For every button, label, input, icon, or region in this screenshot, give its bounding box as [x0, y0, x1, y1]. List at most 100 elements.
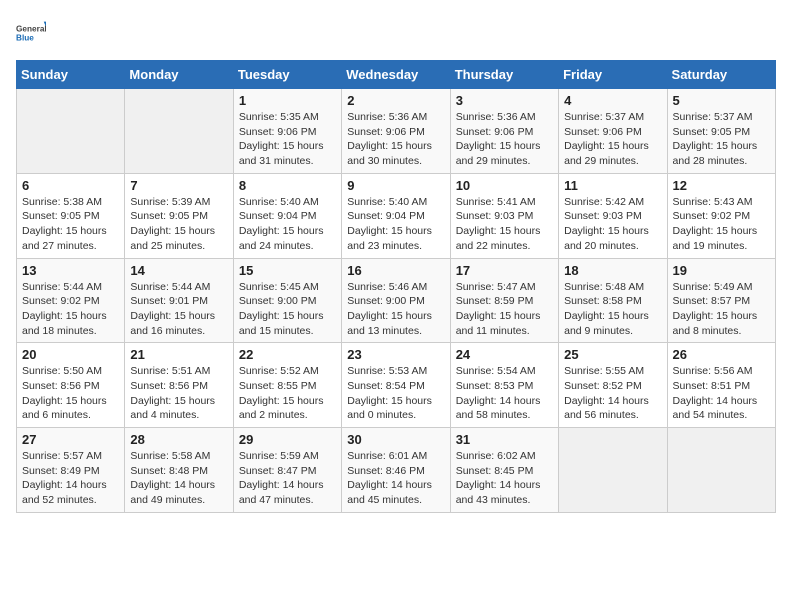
- day-number: 2: [347, 93, 444, 108]
- calendar-cell: 25 Sunrise: 5:55 AMSunset: 8:52 PMDayligh…: [559, 343, 667, 428]
- day-number: 31: [456, 432, 553, 447]
- day-number: 14: [130, 263, 227, 278]
- day-number: 17: [456, 263, 553, 278]
- calendar-cell: 1 Sunrise: 5:35 AMSunset: 9:06 PMDaylight…: [233, 89, 341, 174]
- calendar-cell: 20Sunrise: 5:50 AMSunset: 8:56 PMDayligh…: [17, 343, 125, 428]
- day-number: 5: [673, 93, 770, 108]
- calendar-cell: 4Sunrise: 5:37 AMSunset: 9:06 PMDaylight…: [559, 89, 667, 174]
- weekday-friday: Friday: [559, 61, 667, 89]
- day-number: 12: [673, 178, 770, 193]
- day-info: Sunrise: 5:57 AMSunset: 8:49 PMDaylight:…: [22, 449, 119, 508]
- weekday-sunday: Sunday: [17, 61, 125, 89]
- calendar-cell: 2 Sunrise: 5:36 AMSunset: 9:06 PMDaylight…: [342, 89, 450, 174]
- day-info: Sunrise: 5:51 AMSunset: 8:56 PMDaylight:…: [130, 364, 227, 423]
- day-number: 9: [347, 178, 444, 193]
- calendar-cell: 14 Sunrise: 5:44 AMSunset: 9:01 PMDayligh…: [125, 258, 233, 343]
- day-info: Sunrise: 5:35 AMSunset: 9:06 PMDaylight:…: [239, 110, 336, 169]
- day-number: 10: [456, 178, 553, 193]
- day-number: 19: [673, 263, 770, 278]
- day-info: Sunrise: 5:47 AMSunset: 8:59 PMDaylight:…: [456, 280, 553, 339]
- calendar-cell: [125, 89, 233, 174]
- day-number: 18: [564, 263, 661, 278]
- day-info: Sunrise: 5:40 AMSunset: 9:04 PMDaylight:…: [347, 195, 444, 254]
- day-info: Sunrise: 5:50 AMSunset: 8:56 PMDaylight:…: [22, 364, 119, 423]
- day-number: 13: [22, 263, 119, 278]
- day-info: Sunrise: 5:45 AMSunset: 9:00 PMDaylight:…: [239, 280, 336, 339]
- day-info: Sunrise: 5:54 AMSunset: 8:53 PMDaylight:…: [456, 364, 553, 423]
- calendar-cell: 8Sunrise: 5:40 AMSunset: 9:04 PMDaylight…: [233, 173, 341, 258]
- day-info: Sunrise: 5:43 AMSunset: 9:02 PMDaylight:…: [673, 195, 770, 254]
- day-info: Sunrise: 5:53 AMSunset: 8:54 PMDaylight:…: [347, 364, 444, 423]
- day-info: Sunrise: 5:52 AMSunset: 8:55 PMDaylight:…: [239, 364, 336, 423]
- calendar-body: 1 Sunrise: 5:35 AMSunset: 9:06 PMDaylight…: [17, 89, 776, 513]
- weekday-monday: Monday: [125, 61, 233, 89]
- day-number: 21: [130, 347, 227, 362]
- calendar-cell: 24Sunrise: 5:54 AMSunset: 8:53 PMDayligh…: [450, 343, 558, 428]
- calendar-cell: 10Sunrise: 5:41 AMSunset: 9:03 PMDayligh…: [450, 173, 558, 258]
- day-number: 4: [564, 93, 661, 108]
- calendar-cell: 26 Sunrise: 5:56 AMSunset: 8:51 PMDayligh…: [667, 343, 775, 428]
- calendar-cell: 28 Sunrise: 5:58 AMSunset: 8:48 PMDayligh…: [125, 428, 233, 513]
- svg-text:General: General: [16, 24, 46, 33]
- day-number: 30: [347, 432, 444, 447]
- day-number: 16: [347, 263, 444, 278]
- day-number: 3: [456, 93, 553, 108]
- day-info: Sunrise: 5:44 AMSunset: 9:02 PMDaylight:…: [22, 280, 119, 339]
- calendar-cell: 27Sunrise: 5:57 AMSunset: 8:49 PMDayligh…: [17, 428, 125, 513]
- weekday-saturday: Saturday: [667, 61, 775, 89]
- day-number: 22: [239, 347, 336, 362]
- weekday-thursday: Thursday: [450, 61, 558, 89]
- calendar-cell: 7Sunrise: 5:39 AMSunset: 9:05 PMDaylight…: [125, 173, 233, 258]
- day-info: Sunrise: 5:36 AMSunset: 9:06 PMDaylight:…: [347, 110, 444, 169]
- calendar-cell: [17, 89, 125, 174]
- calendar-cell: 23 Sunrise: 5:53 AMSunset: 8:54 PMDayligh…: [342, 343, 450, 428]
- calendar-cell: 15 Sunrise: 5:45 AMSunset: 9:00 PMDayligh…: [233, 258, 341, 343]
- day-info: Sunrise: 5:40 AMSunset: 9:04 PMDaylight:…: [239, 195, 336, 254]
- calendar-cell: [559, 428, 667, 513]
- calendar-cell: 30 Sunrise: 6:01 AMSunset: 8:46 PMDayligh…: [342, 428, 450, 513]
- day-info: Sunrise: 6:01 AMSunset: 8:46 PMDaylight:…: [347, 449, 444, 508]
- day-number: 28: [130, 432, 227, 447]
- day-info: Sunrise: 5:46 AMSunset: 9:00 PMDaylight:…: [347, 280, 444, 339]
- day-number: 1: [239, 93, 336, 108]
- calendar-week-2: 6 Sunrise: 5:38 AMSunset: 9:05 PMDaylight…: [17, 173, 776, 258]
- day-info: Sunrise: 5:42 AMSunset: 9:03 PMDaylight:…: [564, 195, 661, 254]
- day-number: 23: [347, 347, 444, 362]
- svg-text:Blue: Blue: [16, 33, 34, 42]
- day-number: 25: [564, 347, 661, 362]
- day-number: 11: [564, 178, 661, 193]
- day-info: Sunrise: 5:55 AMSunset: 8:52 PMDaylight:…: [564, 364, 661, 423]
- day-number: 26: [673, 347, 770, 362]
- day-number: 6: [22, 178, 119, 193]
- calendar-cell: [667, 428, 775, 513]
- calendar-cell: 18Sunrise: 5:48 AMSunset: 8:58 PMDayligh…: [559, 258, 667, 343]
- day-info: Sunrise: 5:56 AMSunset: 8:51 PMDaylight:…: [673, 364, 770, 423]
- calendar-cell: 12 Sunrise: 5:43 AMSunset: 9:02 PMDayligh…: [667, 173, 775, 258]
- calendar-cell: 21 Sunrise: 5:51 AMSunset: 8:56 PMDayligh…: [125, 343, 233, 428]
- day-info: Sunrise: 5:36 AMSunset: 9:06 PMDaylight:…: [456, 110, 553, 169]
- day-info: Sunrise: 5:59 AMSunset: 8:47 PMDaylight:…: [239, 449, 336, 508]
- calendar-cell: 3 Sunrise: 5:36 AMSunset: 9:06 PMDaylight…: [450, 89, 558, 174]
- day-info: Sunrise: 5:58 AMSunset: 8:48 PMDaylight:…: [130, 449, 227, 508]
- calendar-cell: 31Sunrise: 6:02 AMSunset: 8:45 PMDayligh…: [450, 428, 558, 513]
- calendar-cell: 16 Sunrise: 5:46 AMSunset: 9:00 PMDayligh…: [342, 258, 450, 343]
- calendar-cell: 17 Sunrise: 5:47 AMSunset: 8:59 PMDayligh…: [450, 258, 558, 343]
- calendar-week-1: 1 Sunrise: 5:35 AMSunset: 9:06 PMDaylight…: [17, 89, 776, 174]
- logo: General Blue: [16, 16, 46, 52]
- day-number: 29: [239, 432, 336, 447]
- day-info: Sunrise: 5:37 AMSunset: 9:05 PMDaylight:…: [673, 110, 770, 169]
- calendar-cell: 6 Sunrise: 5:38 AMSunset: 9:05 PMDaylight…: [17, 173, 125, 258]
- weekday-tuesday: Tuesday: [233, 61, 341, 89]
- calendar-cell: 29 Sunrise: 5:59 AMSunset: 8:47 PMDayligh…: [233, 428, 341, 513]
- day-info: Sunrise: 5:49 AMSunset: 8:57 PMDaylight:…: [673, 280, 770, 339]
- day-number: 7: [130, 178, 227, 193]
- logo-svg: General Blue: [16, 16, 46, 52]
- day-number: 15: [239, 263, 336, 278]
- day-info: Sunrise: 5:38 AMSunset: 9:05 PMDaylight:…: [22, 195, 119, 254]
- calendar-cell: 22 Sunrise: 5:52 AMSunset: 8:55 PMDayligh…: [233, 343, 341, 428]
- calendar-week-3: 13 Sunrise: 5:44 AMSunset: 9:02 PMDayligh…: [17, 258, 776, 343]
- day-info: Sunrise: 5:44 AMSunset: 9:01 PMDaylight:…: [130, 280, 227, 339]
- calendar-cell: 19 Sunrise: 5:49 AMSunset: 8:57 PMDayligh…: [667, 258, 775, 343]
- calendar-cell: 5 Sunrise: 5:37 AMSunset: 9:05 PMDaylight…: [667, 89, 775, 174]
- calendar-cell: 11 Sunrise: 5:42 AMSunset: 9:03 PMDayligh…: [559, 173, 667, 258]
